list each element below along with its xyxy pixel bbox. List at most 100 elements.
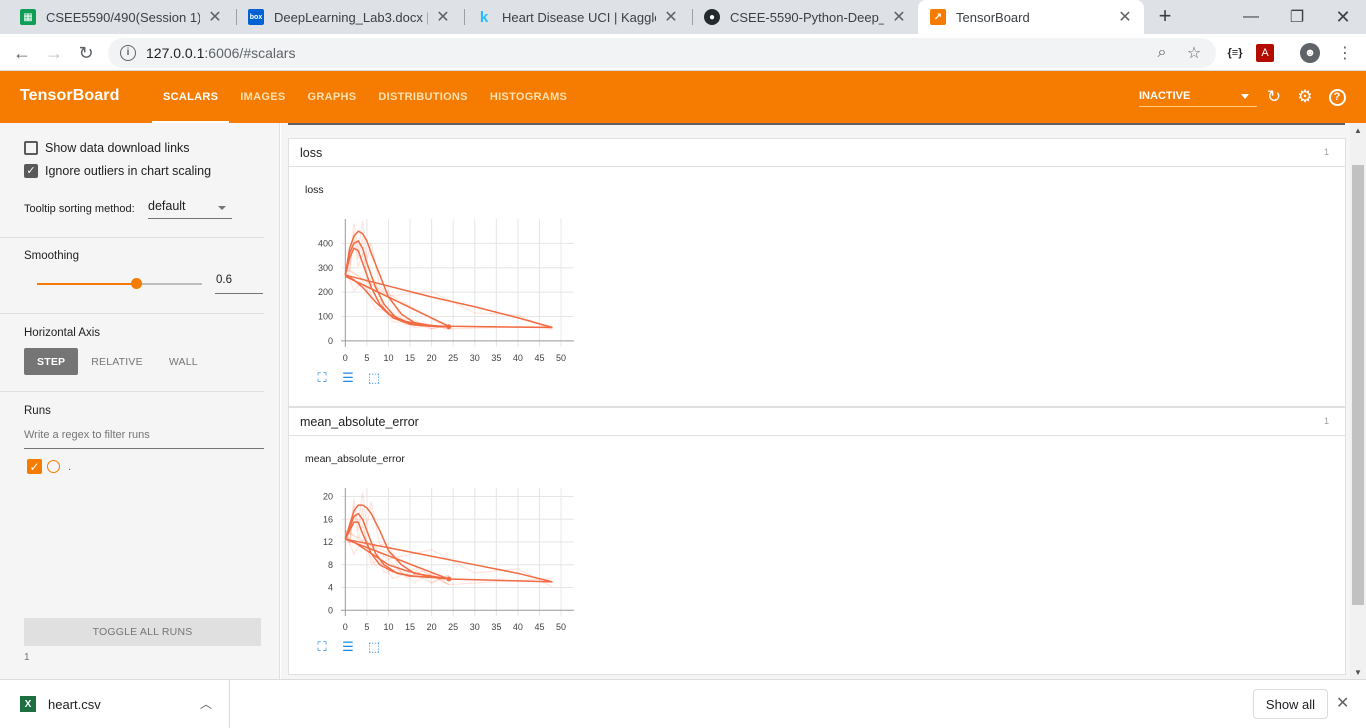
- chart-toolbar: ⛶ ☰ ⬚: [313, 639, 391, 655]
- run-radio[interactable]: [47, 460, 60, 473]
- kaggle-icon: k: [479, 8, 489, 26]
- tab-histograms[interactable]: HISTOGRAMS: [479, 71, 578, 123]
- settings-gear-icon[interactable]: ⚙: [1294, 86, 1316, 108]
- fullscreen-icon[interactable]: ⛶: [313, 639, 331, 655]
- box-icon: box: [248, 9, 264, 25]
- x-tick-label: 0: [343, 353, 348, 363]
- x-tick-label: 20: [427, 622, 437, 632]
- tab-scalars[interactable]: SCALARS: [152, 71, 230, 123]
- show-all-downloads-button[interactable]: Show all: [1253, 689, 1328, 719]
- tooltip-sorting-select[interactable]: default: [148, 199, 232, 219]
- menu-icon[interactable]: ⋮: [1334, 42, 1356, 64]
- series-line: [345, 274, 553, 329]
- reload-icon[interactable]: ↻: [72, 39, 100, 67]
- close-icon[interactable]: ✕: [890, 7, 908, 27]
- browser-tab[interactable]: box DeepLearning_Lab3.docx | Pow ✕: [236, 0, 462, 34]
- download-item[interactable]: X heart.csv ︿: [0, 680, 230, 728]
- refresh-icon[interactable]: ↻: [1263, 86, 1285, 108]
- checkbox-unchecked-icon[interactable]: [24, 141, 38, 155]
- run-checkbox[interactable]: ✓: [27, 459, 42, 474]
- x-tick-label: 5: [364, 622, 369, 632]
- x-tick-label: 20: [427, 353, 437, 363]
- scrollbar-thumb[interactable]: [1352, 165, 1364, 605]
- browser-tab-active[interactable]: ↗ TensorBoard ✕: [918, 0, 1144, 34]
- scalar-chart-card: 0 5 10 15 20 25 30 35 40 45 50 0 4 8 12 16 20 mean_absol…: [289, 437, 579, 677]
- url-path: :6006/#scalars: [204, 45, 296, 61]
- tab-distributions[interactable]: DISTRIBUTIONS: [367, 71, 478, 123]
- axis-step-button[interactable]: STEP: [24, 348, 79, 375]
- tab-graphs[interactable]: GRAPHS: [296, 71, 367, 123]
- scroll-down-icon[interactable]: ▼: [1350, 665, 1366, 679]
- checkbox-checked-icon[interactable]: ✓: [24, 164, 38, 178]
- loss-chart[interactable]: 0 5 10 15 20 25 30 35 40 45 50 0 100 200 300 400: [289, 168, 579, 380]
- data-table-icon[interactable]: ☰: [339, 639, 357, 655]
- tab-title: Heart Disease UCI | Kaggle: [502, 9, 656, 25]
- checkbox-label: Ignore outliers in chart scaling: [45, 164, 212, 178]
- tab-title: CSEE5590/490(Session 1): Pyth: [46, 9, 200, 25]
- smoothing-slider[interactable]: [37, 278, 202, 289]
- runs-count: 1: [24, 652, 30, 663]
- tooltip-sorting-label: Tooltip sorting method:: [24, 203, 135, 215]
- pdf-extension-icon[interactable]: A: [1256, 44, 1274, 62]
- info-icon[interactable]: i: [120, 45, 136, 61]
- smoothing-input[interactable]: 0.6: [215, 274, 263, 294]
- fit-domain-icon[interactable]: ⬚: [365, 639, 383, 655]
- close-icon[interactable]: ✕: [206, 7, 224, 27]
- close-icon[interactable]: ✕: [434, 7, 452, 27]
- category-count: 1: [1323, 416, 1329, 426]
- x-tick-label: 15: [405, 353, 415, 363]
- horizontal-axis-toggle: STEP RELATIVE WALL: [24, 348, 211, 375]
- tab-images[interactable]: IMAGES: [229, 71, 296, 123]
- x-tick-label: 25: [448, 622, 458, 632]
- window-close-icon[interactable]: ✕: [1320, 0, 1366, 34]
- show-download-links-checkbox[interactable]: Show data download links: [24, 141, 190, 155]
- tab-title: DeepLearning_Lab3.docx | Pow: [274, 9, 428, 25]
- data-table-icon[interactable]: ☰: [339, 370, 357, 386]
- fullscreen-icon[interactable]: ⛶: [313, 370, 331, 386]
- category-name: loss: [300, 145, 323, 160]
- axis-relative-button[interactable]: RELATIVE: [78, 348, 156, 375]
- ignore-outliers-checkbox[interactable]: ✓ Ignore outliers in chart scaling: [24, 164, 211, 178]
- forward-icon[interactable]: →: [40, 39, 68, 67]
- category-header[interactable]: mean_absolute_error 1: [289, 408, 1345, 436]
- address-bar[interactable]: i 127.0.0.1:6006/#scalars ⌕ ☆: [108, 38, 1216, 68]
- close-icon[interactable]: ✕: [1116, 7, 1134, 27]
- restore-icon[interactable]: ❐: [1274, 0, 1320, 34]
- help-icon[interactable]: ?: [1326, 86, 1348, 108]
- x-tick-label: 50: [556, 353, 566, 363]
- profile-avatar-icon[interactable]: ☻: [1300, 43, 1320, 63]
- page-scrollbar[interactable]: ▲ ▼: [1350, 123, 1366, 679]
- chevron-up-icon[interactable]: ︿: [200, 695, 212, 712]
- category-header[interactable]: loss 1: [289, 139, 1345, 167]
- inactive-dropdown[interactable]: INACTIVE: [1139, 86, 1257, 107]
- toggle-all-runs-button[interactable]: TOGGLE ALL RUNS: [24, 618, 261, 646]
- slider-handle[interactable]: [131, 278, 142, 289]
- close-downloads-icon[interactable]: ✕: [1336, 693, 1349, 713]
- x-tick-label: 5: [364, 353, 369, 363]
- scroll-up-icon[interactable]: ▲: [1350, 123, 1366, 137]
- json-extension-icon[interactable]: {≡}: [1224, 42, 1246, 64]
- fit-domain-icon[interactable]: ⬚: [365, 370, 383, 386]
- minimize-icon[interactable]: —: [1228, 0, 1274, 34]
- new-tab-button[interactable]: +: [1152, 4, 1178, 30]
- axis-wall-button[interactable]: WALL: [156, 348, 211, 375]
- x-tick-label: 30: [470, 353, 480, 363]
- bookmark-star-icon[interactable]: ☆: [1180, 38, 1208, 68]
- series-group: [344, 492, 553, 588]
- back-icon[interactable]: ←: [8, 39, 36, 67]
- tensorboard-header: TensorBoard SCALARS IMAGES GRAPHS DISTRI…: [0, 71, 1366, 123]
- tensorboard-icon: ↗: [930, 9, 946, 25]
- y-tick-label: 20: [323, 492, 333, 502]
- mean-absolute-error-chart[interactable]: 0 5 10 15 20 25 30 35 40 45 50 0 4 8 12 16 20: [289, 437, 579, 649]
- divider: [0, 313, 264, 314]
- y-tick-label: 16: [323, 514, 333, 524]
- zoom-icon[interactable]: ⌕: [1148, 38, 1176, 68]
- run-filter-input[interactable]: Write a regex to filter runs: [24, 429, 264, 449]
- browser-tab[interactable]: ● CSEE-5590-Python-Deep_Learn ✕: [692, 0, 918, 34]
- tab-title: TensorBoard: [956, 9, 1030, 25]
- browser-tab[interactable]: ▦ CSEE5590/490(Session 1): Pyth ✕: [8, 0, 234, 34]
- runs-label: Runs: [24, 405, 51, 417]
- close-icon[interactable]: ✕: [662, 7, 680, 27]
- divider: [0, 391, 264, 392]
- browser-tab[interactable]: k Heart Disease UCI | Kaggle ✕: [464, 0, 690, 34]
